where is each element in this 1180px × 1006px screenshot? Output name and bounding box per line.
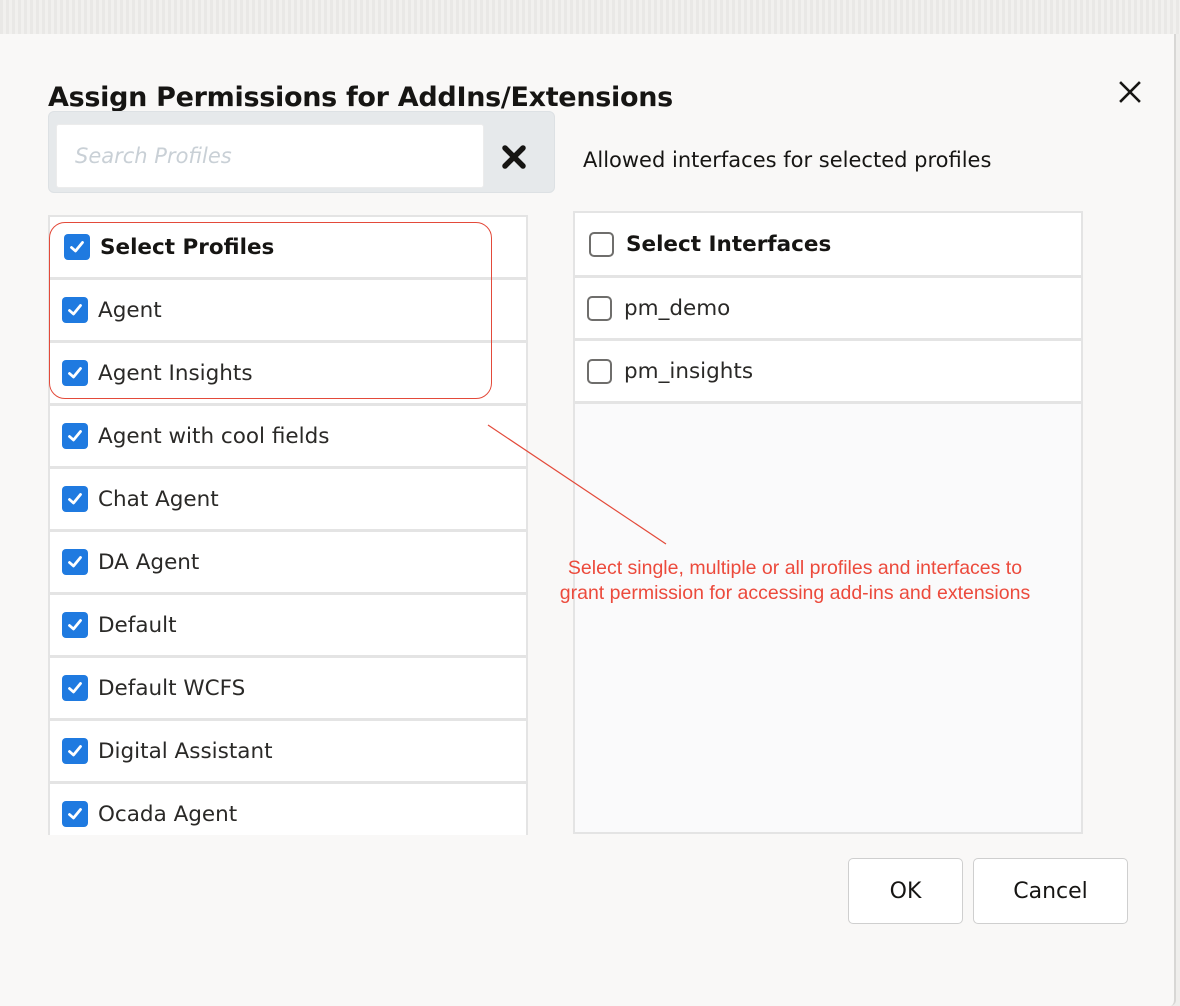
annotation-text-line-1: Select single, multiple or all profiles …	[567, 557, 1023, 579]
checkmark-icon	[68, 808, 82, 820]
checkmark-icon	[68, 619, 82, 631]
select-all-interfaces-row[interactable]: Select Interfaces	[575, 213, 1081, 278]
profile-checkbox[interactable]	[62, 549, 88, 575]
checkmark-icon	[68, 556, 82, 568]
profile-label: Ocada Agent	[98, 801, 238, 827]
profile-label: Default	[98, 612, 177, 638]
profile-checkbox[interactable]	[62, 675, 88, 701]
profile-row[interactable]: Agent with cool fields	[50, 406, 526, 466]
dialog-title: Assign Permissions for AddIns/Extensions	[48, 82, 673, 113]
close-button[interactable]	[1114, 76, 1146, 108]
profile-label: Chat Agent	[98, 486, 219, 512]
profile-label: Default WCFS	[98, 675, 246, 701]
profile-checkbox[interactable]	[62, 612, 88, 638]
profile-row[interactable]: Digital Assistant	[50, 721, 526, 781]
select-interfaces-label: Select Interfaces	[626, 231, 832, 257]
profile-row[interactable]: Default WCFS	[50, 658, 526, 718]
profile-label: Agent	[98, 297, 162, 323]
clear-search-button[interactable]	[499, 142, 529, 172]
interfaces-section-label: Allowed interfaces for selected profiles	[583, 148, 992, 172]
search-profiles-input[interactable]	[56, 124, 484, 188]
annotation-text-line-2: grant permission for accessing add-ins a…	[559, 582, 1031, 604]
profile-row[interactable]: DA Agent	[50, 532, 526, 592]
select-all-interfaces-checkbox[interactable]	[589, 231, 614, 257]
profile-checkbox[interactable]	[62, 360, 88, 386]
close-icon	[1119, 81, 1141, 103]
checkmark-icon	[68, 745, 82, 757]
profile-row[interactable]: Agent Insights	[50, 343, 526, 403]
profile-label: Agent with cool fields	[98, 423, 330, 449]
clear-x-icon	[502, 145, 526, 169]
page-backdrop	[0, 0, 1180, 34]
profile-checkbox[interactable]	[62, 738, 88, 764]
interface-row[interactable]: pm_demo	[575, 278, 1081, 341]
checkmark-icon	[68, 493, 82, 505]
select-all-profiles-row[interactable]: Select Profiles	[50, 217, 526, 277]
select-profiles-label: Select Profiles	[100, 234, 275, 260]
profiles-list[interactable]: Select Profiles Agent Agent Insights Agent…	[48, 215, 528, 835]
profile-checkbox[interactable]	[62, 801, 88, 827]
profile-row[interactable]: Ocada Agent	[50, 784, 526, 835]
profile-checkbox[interactable]	[62, 423, 88, 449]
profile-row[interactable]: Default	[50, 595, 526, 655]
checkmark-icon	[68, 682, 82, 694]
interface-label: pm_insights	[624, 358, 754, 384]
annotation-text: Select single, multiple or all profiles …	[520, 556, 1070, 606]
interface-checkbox[interactable]	[587, 358, 612, 384]
interface-label: pm_demo	[624, 295, 731, 321]
checkmark-icon	[68, 367, 82, 379]
profile-row[interactable]: Chat Agent	[50, 469, 526, 529]
search-bar	[48, 111, 555, 193]
profile-checkbox[interactable]	[62, 486, 88, 512]
checkmark-icon	[70, 241, 84, 253]
interface-row[interactable]: pm_insights	[575, 341, 1081, 404]
checkmark-icon	[68, 430, 82, 442]
cancel-button[interactable]: Cancel	[973, 858, 1128, 924]
profile-label: DA Agent	[98, 549, 200, 575]
profile-label: Agent Insights	[98, 360, 253, 386]
interface-checkbox[interactable]	[587, 295, 612, 321]
profile-label: Digital Assistant	[98, 738, 273, 764]
profile-row[interactable]: Agent	[50, 280, 526, 340]
checkmark-icon	[68, 304, 82, 316]
ok-button[interactable]: OK	[848, 858, 963, 924]
profile-checkbox[interactable]	[62, 297, 88, 323]
interfaces-list[interactable]: Select Interfaces pm_demo pm_insights	[573, 211, 1083, 834]
select-all-profiles-checkbox[interactable]	[64, 234, 90, 260]
